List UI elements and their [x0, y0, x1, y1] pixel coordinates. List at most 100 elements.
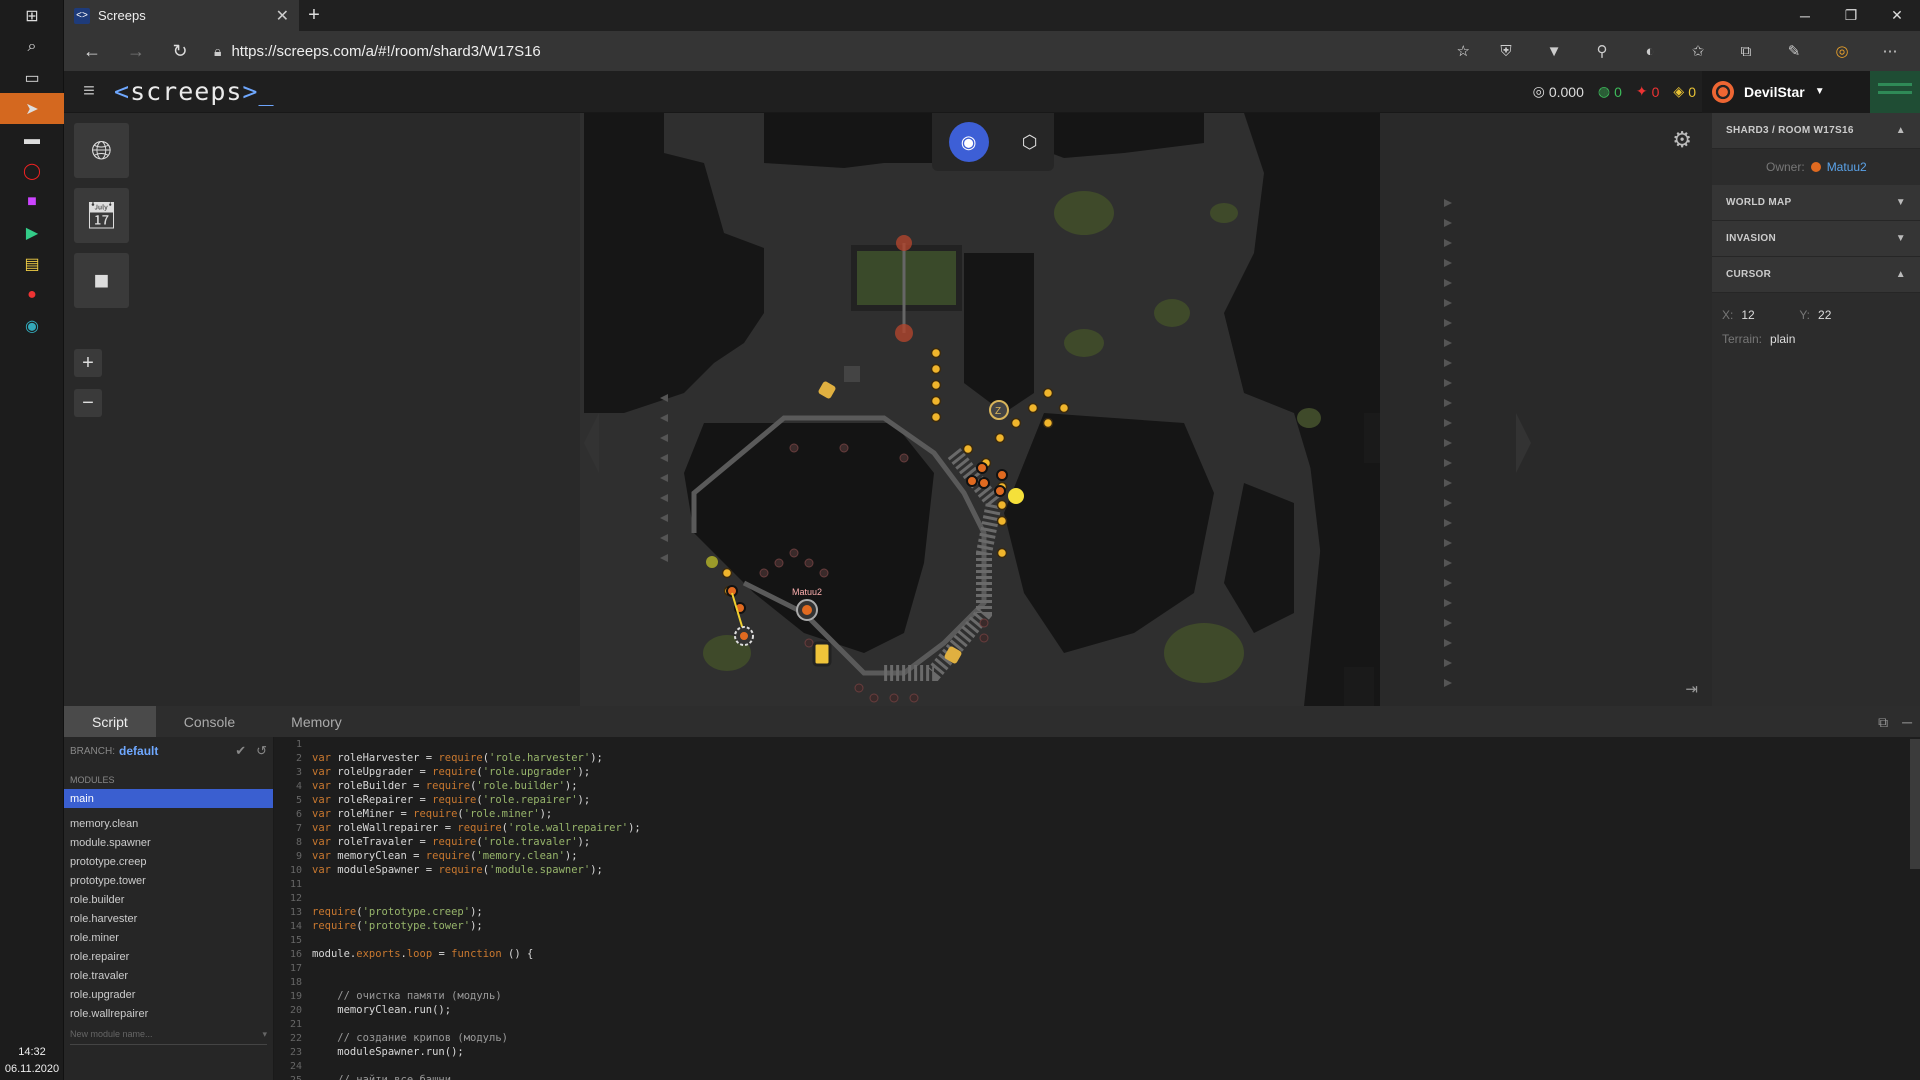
zoom-out-button[interactable]: −	[74, 389, 102, 417]
branch-label: BRANCH:	[70, 745, 116, 757]
cpu-stat[interactable]: ◎ 0.000	[1533, 83, 1584, 100]
browser-tab[interactable]: <> Screeps ✕	[64, 0, 299, 31]
owner-row: Owner: Matuu2	[1712, 149, 1920, 185]
zoom-in-button[interactable]: +	[74, 349, 102, 377]
code-text: require('prototype.creep');	[312, 906, 483, 918]
code-text: var memoryClean = require('memory.clean'…	[312, 850, 578, 862]
profile-avatar[interactable]: ◎	[1820, 35, 1864, 67]
vivaldi-icon[interactable]: ●	[0, 279, 64, 310]
ublock-extension-icon[interactable]: ⛨	[1484, 35, 1528, 67]
credits-stat[interactable]: ◈ 0	[1673, 83, 1696, 100]
notifications-toggle[interactable]	[1870, 70, 1920, 113]
world-map-title: WORLD MAP	[1726, 197, 1792, 208]
module-item[interactable]: memory.clean	[64, 814, 273, 833]
invasion-section[interactable]: INVASION ▼	[1712, 221, 1920, 257]
code-editor[interactable]: 1 2 var roleHarvester = require('role.harv…	[274, 737, 1920, 1080]
line-number: 6	[295, 808, 302, 820]
line-number: 23	[289, 1046, 302, 1058]
module-item[interactable]: role.builder	[64, 890, 273, 909]
game-view[interactable]: Matuu2 Z 🌐︎ 📅︎ ■ + − ◉ ⬡ ⚙ ⇥	[64, 113, 1712, 706]
new-tab-button[interactable]: +	[299, 0, 329, 31]
tab-console[interactable]: Console	[156, 706, 263, 737]
new-module-input[interactable]: New module name... ▾	[70, 1029, 267, 1045]
extension-icon[interactable]: ⚲	[1580, 35, 1624, 67]
opera-icon[interactable]: ◯	[0, 155, 64, 186]
world-globe-icon[interactable]: 🌐︎	[74, 123, 129, 178]
revert-icon[interactable]: ↺	[256, 743, 267, 759]
close-window-button[interactable]: ✕	[1874, 0, 1920, 31]
telegram-icon[interactable]: ➤	[0, 93, 64, 124]
gcl-stat[interactable]: ◍ 0	[1598, 83, 1622, 100]
code-text: var roleWallrepairer = require('role.wal…	[312, 822, 641, 834]
code-text: memoryClean.run();	[312, 1004, 452, 1016]
editor-scrollbar[interactable]	[1910, 739, 1920, 869]
more-menu-icon[interactable]: ⋯	[1868, 35, 1912, 67]
power-stat[interactable]: ✦ 0	[1636, 83, 1660, 100]
dark-reader-icon[interactable]: ◐	[1628, 35, 1672, 67]
search-icon[interactable]: ⌕	[0, 31, 64, 62]
zoom-controls: + −	[74, 349, 102, 417]
room-section-header[interactable]: SHARD3 / ROOM W17S16 ▲	[1712, 113, 1920, 149]
tab-memory[interactable]: Memory	[263, 706, 370, 737]
module-item[interactable]: role.travaler	[64, 966, 273, 985]
popout-icon[interactable]: ⧉	[1878, 714, 1888, 731]
video-camera-icon[interactable]: ■	[74, 253, 129, 308]
favorite-star-icon[interactable]: ☆	[1457, 42, 1470, 60]
edge-icon[interactable]: ◉	[0, 310, 64, 341]
line-number: 15	[289, 934, 302, 946]
address-bar[interactable]: 🔒︎ https://screeps.com/a/#!/room/shard3/…	[204, 35, 1480, 67]
vue-extension-icon[interactable]: ▼	[1532, 35, 1576, 67]
collections-icon[interactable]: ⧉	[1724, 35, 1768, 67]
exit-icon[interactable]: ⇥	[1685, 680, 1698, 698]
module-item[interactable]: prototype.tower	[64, 871, 273, 890]
line-number: 14	[289, 920, 302, 932]
owner-name-link[interactable]: Matuu2	[1827, 160, 1867, 174]
hamburger-menu-icon[interactable]: ≡	[64, 80, 114, 103]
minimize-panel-icon[interactable]: ─	[1902, 714, 1912, 731]
windows-start-icon[interactable]: ⊞	[0, 0, 64, 31]
minimize-window-button[interactable]: ─	[1782, 0, 1828, 31]
taskbar-clock[interactable]: 14:32 06.11.2020	[0, 1044, 64, 1078]
forward-button[interactable]: →	[116, 35, 156, 67]
screeps-logo[interactable]: <screeps>_	[114, 77, 275, 106]
refresh-button[interactable]: ↻	[160, 35, 200, 67]
play-icon[interactable]: ▶	[0, 217, 64, 248]
module-item[interactable]: role.upgrader	[64, 985, 273, 1004]
calendar-icon[interactable]: 📅︎	[74, 188, 129, 243]
phpstorm-icon[interactable]: ■	[0, 186, 64, 217]
user-menu[interactable]: DevilStar ▼	[1702, 70, 1870, 113]
module-item[interactable]: prototype.creep	[64, 852, 273, 871]
room-map[interactable]: Matuu2 Z	[64, 113, 1712, 706]
code-text: var roleHarvester = require('role.harves…	[312, 752, 603, 764]
terrain-wall	[964, 253, 1034, 413]
gear-icon[interactable]: ⚙	[1672, 127, 1692, 153]
clock-time: 14:32	[18, 1046, 46, 1058]
username: DevilStar	[1744, 83, 1805, 100]
restore-window-button[interactable]: ❐	[1828, 0, 1874, 31]
eye-icon[interactable]: ◉	[948, 122, 989, 162]
cube-icon[interactable]: ⬡	[1022, 132, 1038, 153]
tab-script[interactable]: Script	[64, 706, 156, 737]
task-view-icon[interactable]: ▭	[0, 62, 64, 93]
module-item[interactable]: main	[64, 789, 273, 808]
code-line: 13 require('prototype.creep');	[274, 905, 1920, 919]
share-icon[interactable]: ✎	[1772, 35, 1816, 67]
cursor-section[interactable]: CURSOR ▲	[1712, 257, 1920, 293]
url-text: https://screeps.com/a/#!/room/shard3/W17…	[231, 42, 541, 60]
favorites-icon[interactable]: ✩	[1676, 35, 1720, 67]
module-item[interactable]: role.harvester	[64, 909, 273, 928]
code-text: var roleBuilder = require('role.builder'…	[312, 780, 578, 792]
module-item[interactable]: module.spawner	[64, 833, 273, 852]
explorer-icon[interactable]: ▤	[0, 248, 64, 279]
close-tab-icon[interactable]: ✕	[276, 6, 289, 26]
branch-select[interactable]: default	[119, 744, 225, 758]
room-section-title: SHARD3 / ROOM W17S16	[1726, 125, 1854, 136]
checkmark-icon[interactable]: ✔	[235, 743, 246, 759]
module-item[interactable]: role.wallrepairer	[64, 1004, 273, 1023]
terminal-icon[interactable]: ▬	[0, 124, 64, 155]
module-item[interactable]: role.miner	[64, 928, 273, 947]
module-item[interactable]: role.repairer	[64, 947, 273, 966]
world-map-section[interactable]: WORLD MAP ▼	[1712, 185, 1920, 221]
view-mode-toggle: ◉ ⬡	[932, 113, 1054, 171]
back-button[interactable]: ←	[72, 35, 112, 67]
